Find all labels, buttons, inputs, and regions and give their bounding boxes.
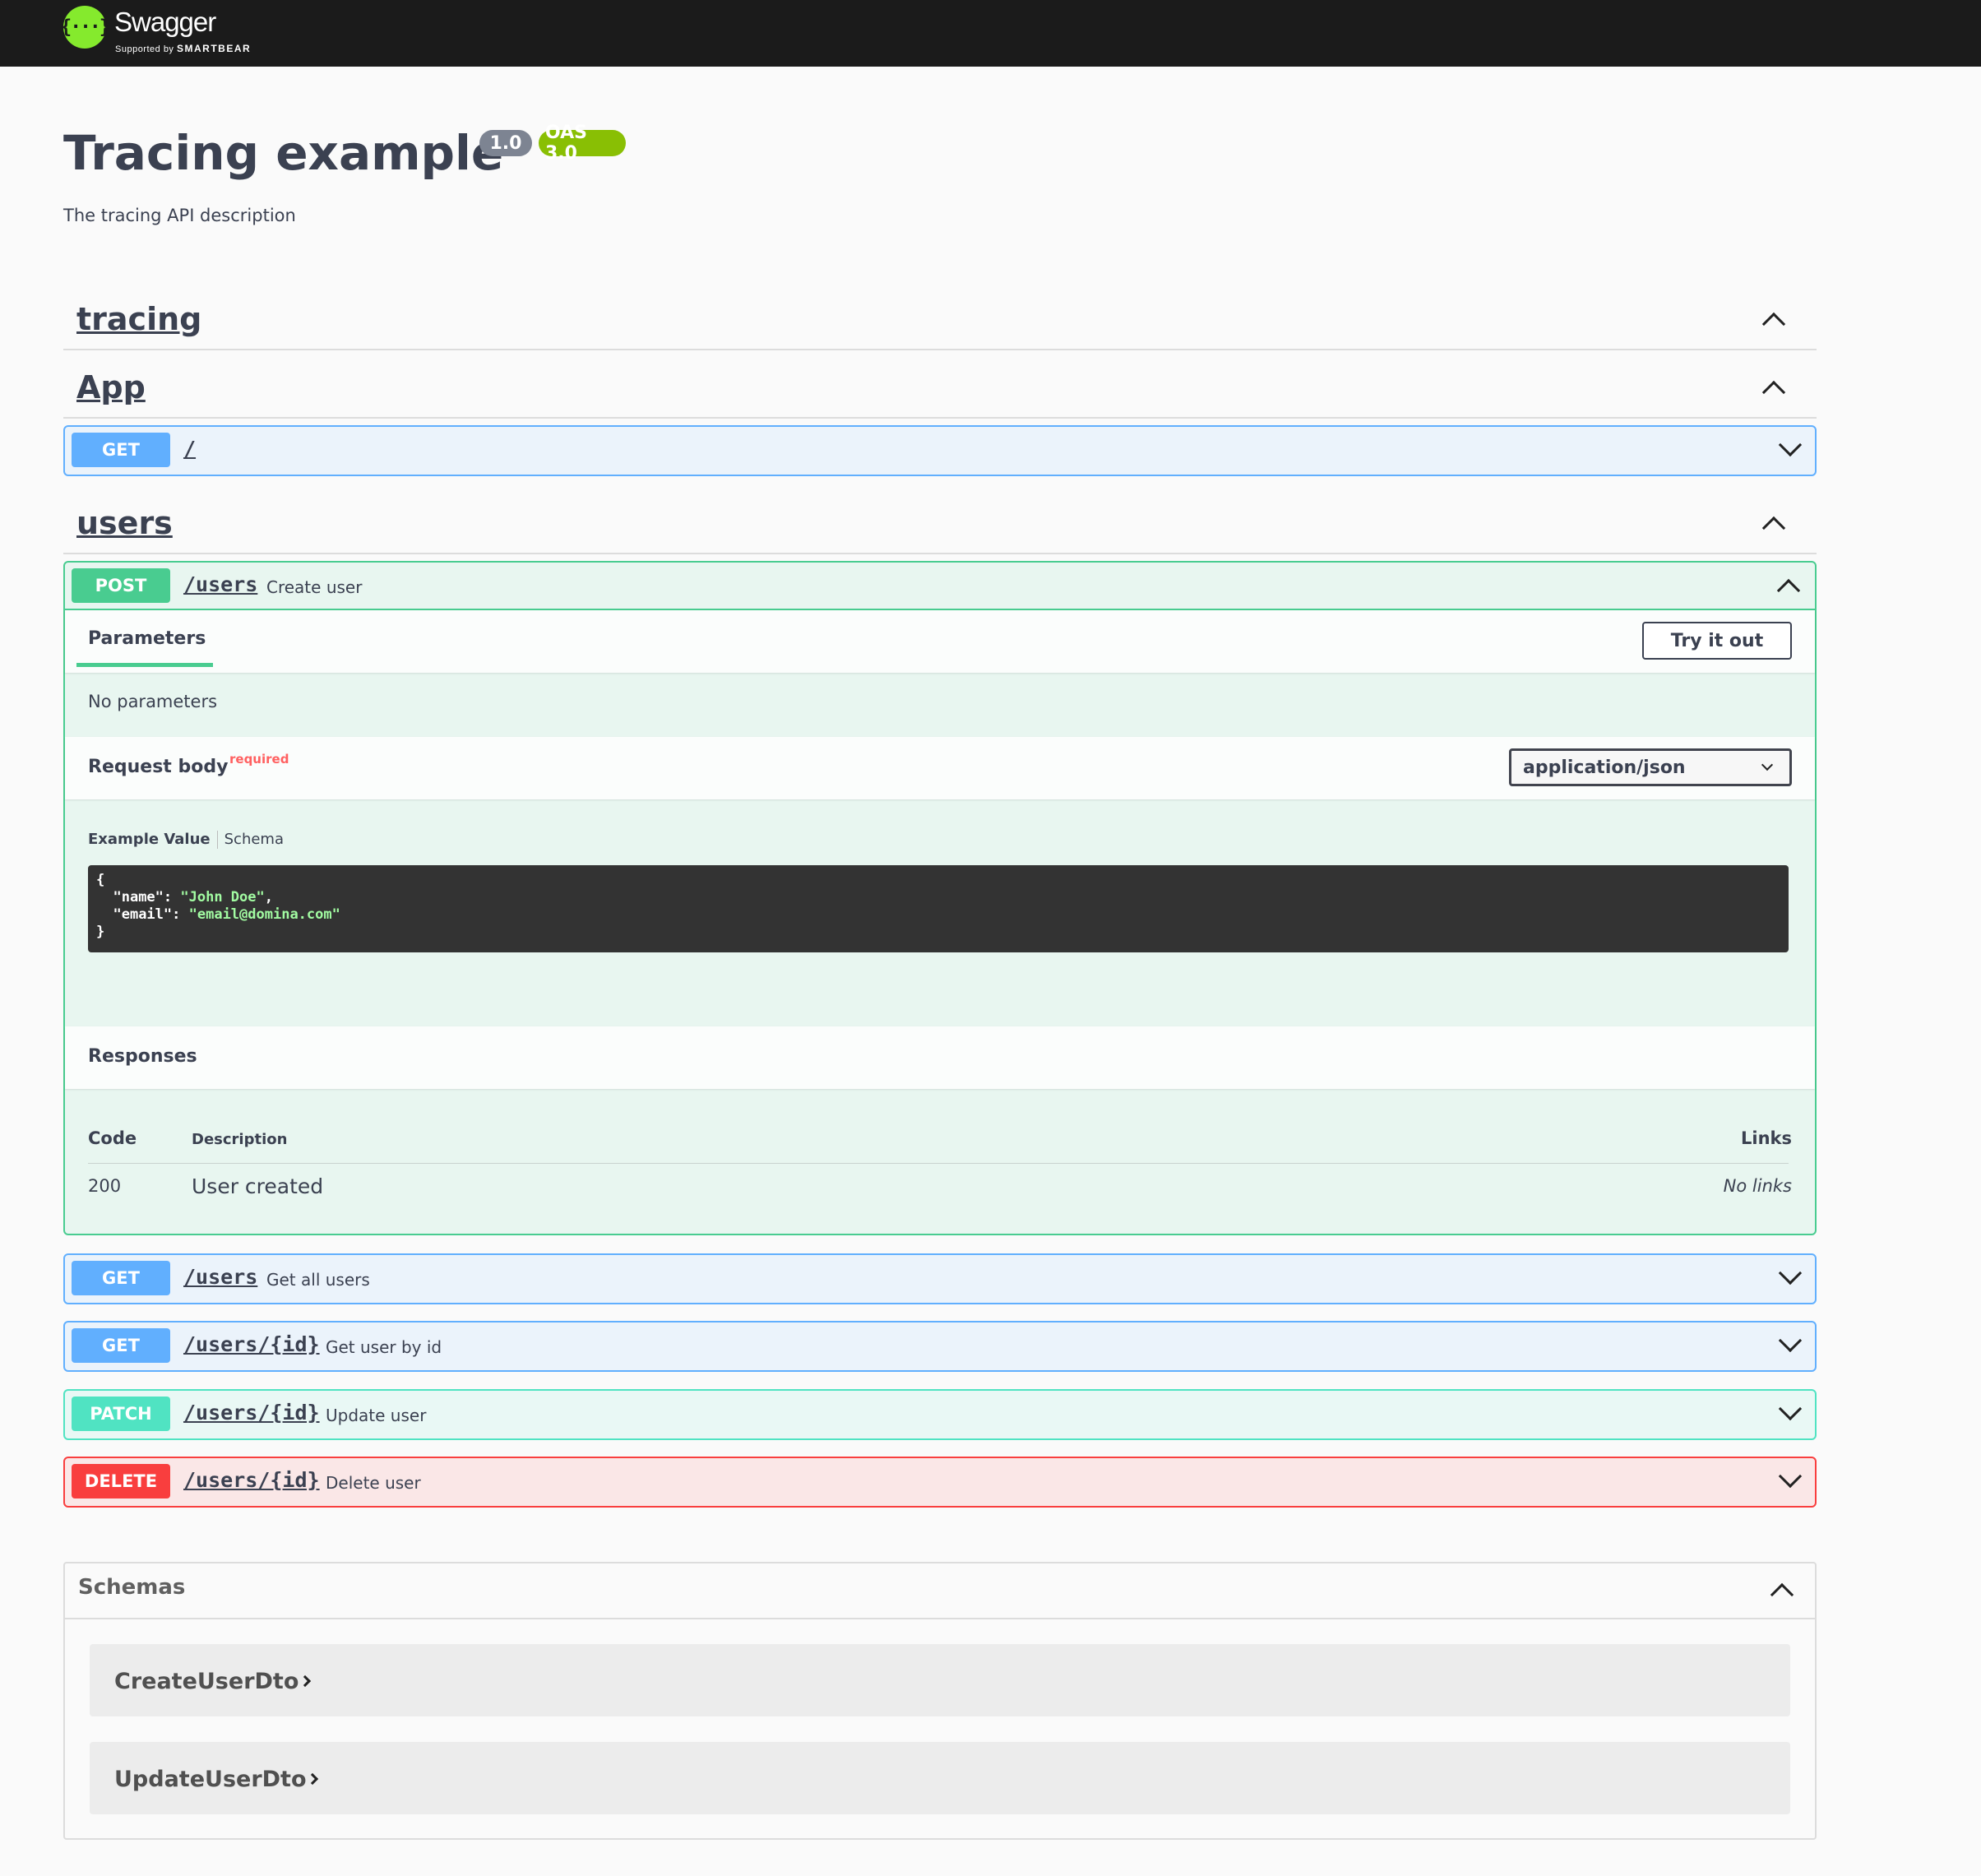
chevron-up-icon[interactable] — [1761, 516, 1786, 540]
operation-get-user-by-id[interactable]: GET /users/{id} Get user by id — [63, 1321, 1817, 1372]
example-json-block: { "name": "John Doe", "email": "email@do… — [88, 865, 1789, 952]
method-badge: GET — [72, 433, 170, 467]
chevron-up-icon[interactable] — [1776, 578, 1801, 603]
tag-users[interactable]: users — [63, 485, 1817, 554]
operation-delete-user[interactable]: DELETE /users/{id} Delete user — [63, 1457, 1817, 1508]
operation-path[interactable]: / — [183, 437, 196, 461]
schema-item-createuserdto[interactable]: CreateUserDto — [90, 1644, 1790, 1716]
response-links: No links — [1723, 1176, 1792, 1196]
oas-badge: OAS 3.0 — [539, 123, 626, 164]
operation-summary-text: Get user by id — [326, 1337, 442, 1357]
operation-summary[interactable]: PATCH /users/{id} Update user — [65, 1391, 1815, 1438]
chevron-down-icon[interactable] — [1778, 1464, 1803, 1489]
chevron-right-icon[interactable] — [306, 1772, 319, 1786]
column-code: Code — [88, 1128, 137, 1148]
tag-tracing[interactable]: tracing — [63, 281, 1817, 350]
tab-active-indicator — [76, 663, 213, 667]
parameters-tab[interactable]: Parameters — [88, 628, 206, 649]
operation-get-users[interactable]: GET /users Get all users — [63, 1253, 1817, 1304]
smartbear-tagline: Supported by SMARTBEAR — [115, 43, 252, 54]
operation-summary[interactable]: DELETE /users/{id} Delete user — [65, 1458, 1815, 1506]
operation-summary[interactable]: GET /users/{id} Get user by id — [65, 1322, 1815, 1370]
schema-name[interactable]: UpdateUserDto — [114, 1767, 307, 1792]
operation-patch-user[interactable]: PATCH /users/{id} Update user — [63, 1389, 1817, 1440]
chevron-down-icon[interactable] — [1778, 1261, 1803, 1285]
request-body-label: Request body — [88, 757, 229, 777]
content-type-value: application/json — [1523, 757, 1686, 778]
required-marker: required — [229, 752, 289, 767]
operation-summary-text: Update user — [326, 1406, 427, 1425]
method-badge: GET — [72, 1328, 170, 1363]
operation-post-users: POST /users Create user Parameters Try i… — [63, 561, 1817, 1235]
chevron-up-icon[interactable] — [1761, 312, 1786, 336]
method-badge: PATCH — [72, 1397, 170, 1431]
version-badge: 1.0 — [479, 130, 532, 156]
request-body-header: Request body required application/json — [65, 737, 1815, 799]
schemas-divider — [65, 1618, 1815, 1619]
responses-header: Responses — [65, 1026, 1815, 1089]
no-parameters-text: No parameters — [88, 692, 218, 711]
operation-path[interactable]: /users — [183, 572, 257, 596]
operation-summary-text: Delete user — [326, 1473, 421, 1493]
parameters-header: Parameters Try it out — [65, 610, 1815, 673]
api-description: The tracing API description — [63, 206, 296, 225]
top-bar: {···} Swagger Supported by SMARTBEAR — [0, 0, 1981, 67]
column-links: Links — [1741, 1128, 1792, 1148]
operation-summary[interactable]: POST /users Create user — [65, 563, 1815, 610]
schema-tab[interactable]: Schema — [224, 831, 284, 848]
chevron-right-icon[interactable] — [299, 1675, 312, 1688]
content-type-select[interactable]: application/json — [1509, 748, 1792, 786]
response-code: 200 — [88, 1176, 122, 1196]
tag-title[interactable]: tracing — [76, 301, 201, 337]
method-badge: POST — [72, 568, 170, 603]
operation-summary-text: Create user — [266, 577, 363, 597]
response-description: User created — [192, 1174, 324, 1198]
example-schema-tabs: Example Value Schema — [88, 831, 284, 849]
api-title: Tracing example — [63, 125, 504, 181]
try-it-out-button[interactable]: Try it out — [1642, 622, 1792, 660]
tag-app[interactable]: App — [63, 350, 1817, 419]
table-divider — [88, 1163, 1789, 1164]
tag-title[interactable]: App — [76, 369, 146, 405]
schema-item-updateuserdto[interactable]: UpdateUserDto — [90, 1742, 1790, 1814]
example-value-tab[interactable]: Example Value — [88, 831, 211, 848]
chevron-down-icon[interactable] — [1778, 433, 1803, 457]
chevron-down-icon[interactable] — [1778, 1328, 1803, 1353]
operation-summary[interactable]: GET /users Get all users — [65, 1255, 1815, 1303]
swagger-logo-text[interactable]: Swagger — [114, 7, 216, 38]
tag-title[interactable]: users — [76, 505, 173, 541]
chevron-down-icon — [1761, 758, 1774, 771]
operation-path[interactable]: /users/{id} — [183, 1332, 320, 1356]
chevron-up-icon[interactable] — [1761, 380, 1786, 405]
method-badge: DELETE — [72, 1464, 170, 1498]
operation-summary-text: Get all users — [266, 1270, 370, 1290]
method-badge: GET — [72, 1261, 170, 1295]
operation-summary[interactable]: GET / — [65, 427, 1815, 475]
swagger-logo-icon[interactable]: {···} — [60, 6, 111, 49]
operation-path[interactable]: /users/{id} — [183, 1401, 320, 1424]
operation-path[interactable]: /users/{id} — [183, 1468, 320, 1492]
schema-name[interactable]: CreateUserDto — [114, 1669, 299, 1694]
schemas-title[interactable]: Schemas — [78, 1575, 185, 1600]
operation-get-root[interactable]: GET / — [63, 425, 1817, 476]
responses-label: Responses — [88, 1046, 197, 1067]
chevron-down-icon[interactable] — [1778, 1397, 1803, 1421]
chevron-up-icon[interactable] — [1770, 1582, 1794, 1607]
column-description: Description — [192, 1131, 288, 1148]
schemas-section: Schemas CreateUserDto UpdateUserDto — [63, 1562, 1817, 1840]
operation-path[interactable]: /users — [183, 1265, 257, 1289]
